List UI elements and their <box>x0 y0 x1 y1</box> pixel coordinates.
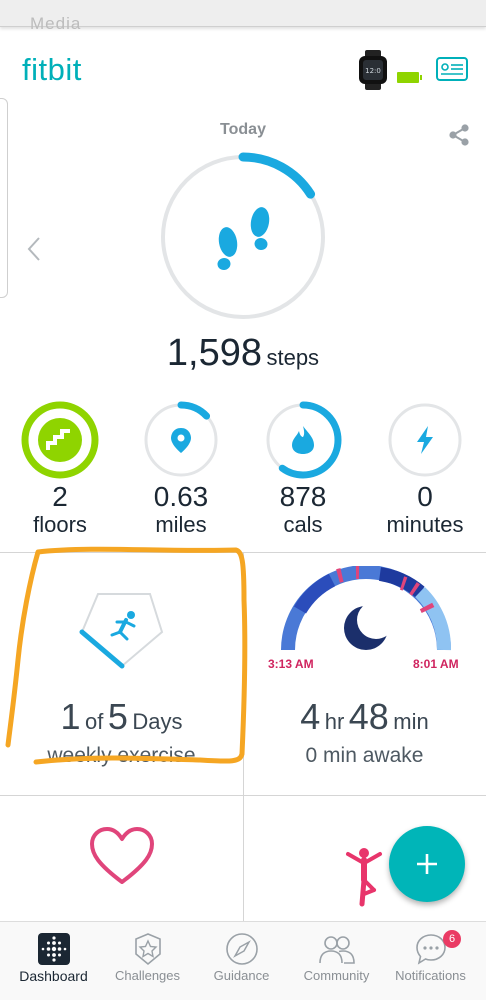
compass-icon <box>226 933 258 965</box>
minutes-label: minutes <box>386 512 464 537</box>
hand-drawn-highlight <box>5 546 248 765</box>
device-watch-icon[interactable]: 12:0 <box>356 50 390 90</box>
location-pin-icon <box>171 428 191 453</box>
fitbit-logo: fitbit <box>22 52 82 87</box>
footprints-icon <box>217 207 270 271</box>
plus-icon <box>417 854 437 874</box>
floors-ring <box>21 401 99 479</box>
nav-label: Dashboard <box>19 968 88 984</box>
floors-value: 2 <box>52 481 68 512</box>
cals-label: cals <box>283 512 323 537</box>
people-icon <box>319 936 355 964</box>
svg-text:12:0: 12:0 <box>365 67 381 75</box>
sleep-hr-unit: hr <box>324 709 345 734</box>
notification-count-badge: 6 <box>443 930 461 948</box>
flame-icon <box>292 426 314 454</box>
sleep-hours: 4 <box>300 696 321 737</box>
sleep-subtitle: 0 min awake <box>305 744 424 767</box>
date-label[interactable]: Today <box>0 121 486 139</box>
battery-icon <box>397 72 422 83</box>
heart-icon <box>90 827 154 884</box>
nav-dashboard[interactable]: Dashboard <box>5 922 102 1000</box>
sleep-minutes: 48 <box>348 696 389 737</box>
nav-label: Challenges <box>114 968 181 983</box>
bottom-nav: Dashboard Challenges Guidance Community <box>0 921 486 1000</box>
sleep-min-unit: min <box>393 709 429 734</box>
sleep-end-time: 8:01 AM <box>413 657 459 671</box>
faded-text: Media <box>30 14 82 33</box>
steps-count[interactable]: 1,598 steps <box>0 332 486 375</box>
cals-value: 878 <box>279 481 327 512</box>
steps-ring[interactable] <box>158 152 328 322</box>
cals-ring <box>264 401 342 479</box>
minutes-value: 0 <box>417 481 433 512</box>
metric-cals[interactable]: 878 cals <box>253 400 353 538</box>
dashboard-icon <box>38 933 70 965</box>
metric-miles[interactable]: 0.63 miles <box>131 400 231 538</box>
chevron-left-icon[interactable] <box>25 236 43 262</box>
sleep-start-time: 3:13 AM <box>268 657 314 671</box>
stairs-icon <box>38 418 82 462</box>
steps-unit: steps <box>266 345 320 370</box>
moon-icon <box>344 601 395 650</box>
lightning-icon <box>417 426 433 454</box>
star-badge-icon <box>135 933 161 966</box>
nav-challenges[interactable]: Challenges <box>99 922 196 1000</box>
add-button[interactable] <box>389 826 465 902</box>
sleep-duration: 4 hr 48 min <box>243 696 486 738</box>
miles-ring <box>142 401 220 479</box>
minutes-ring <box>388 403 462 477</box>
steps-value: 1,598 <box>166 332 263 374</box>
miles-value: 0.63 <box>153 481 209 512</box>
metric-minutes[interactable]: 0 minutes <box>375 400 475 538</box>
sleep-gauge <box>281 566 451 651</box>
nav-label: Notifications <box>395 968 466 983</box>
miles-label: miles <box>155 512 207 537</box>
nav-guidance[interactable]: Guidance <box>193 922 290 1000</box>
nav-label: Guidance <box>213 968 270 983</box>
floors-label: floors <box>33 512 87 537</box>
nav-community[interactable]: Community <box>288 922 385 1000</box>
status-strip: Media <box>0 0 486 33</box>
metric-floors[interactable]: 2 floors <box>10 400 110 538</box>
share-icon[interactable] <box>445 121 473 149</box>
standing-person-icon <box>346 848 382 907</box>
nav-notifications[interactable]: Notifications <box>382 922 479 1000</box>
profile-card-icon[interactable] <box>436 57 468 81</box>
nav-label: Community <box>303 968 370 983</box>
